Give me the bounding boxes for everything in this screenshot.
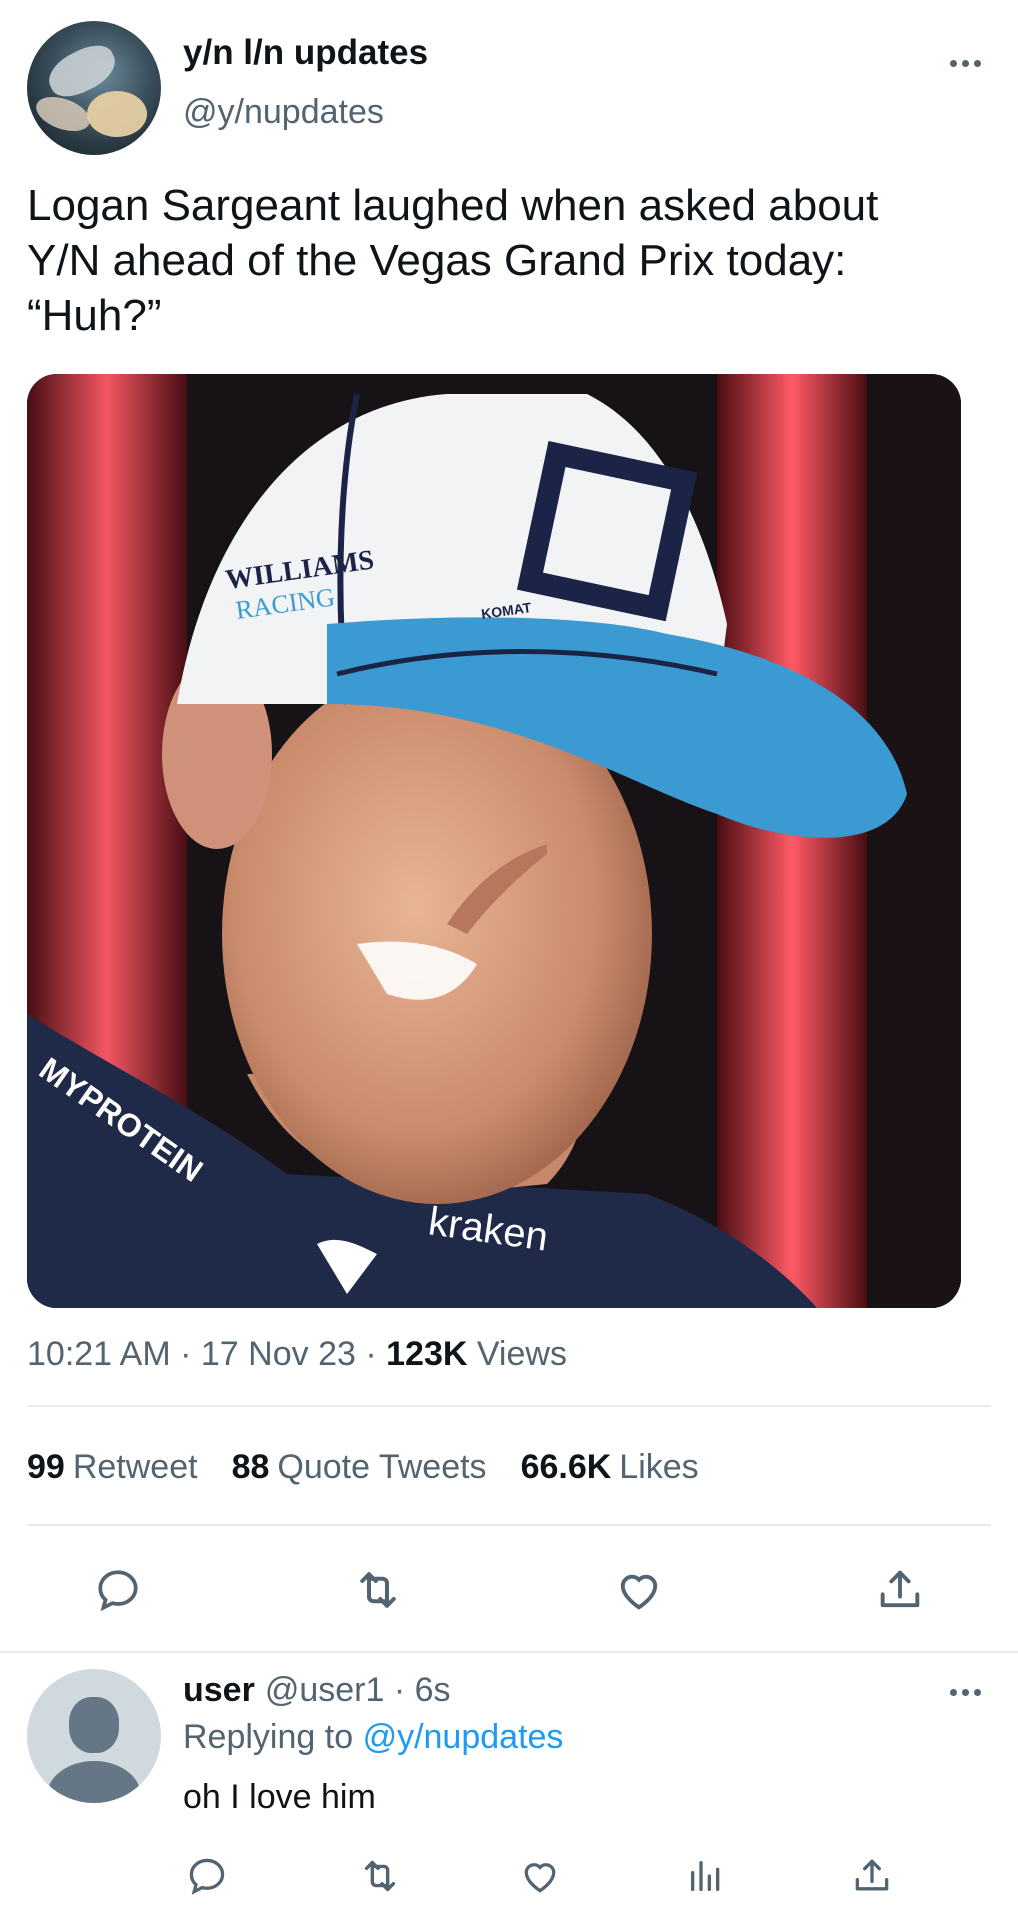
reply-display-name[interactable]: user: [183, 1671, 255, 1709]
author-handle[interactable]: @y/nupdates: [183, 93, 384, 132]
more-icon: [949, 1688, 957, 1696]
like-icon: [524, 1863, 556, 1893]
reply-like-button[interactable]: [510, 1846, 570, 1906]
reply-share-button[interactable]: [842, 1846, 902, 1906]
reply-avatar[interactable]: [27, 1669, 161, 1803]
quote-tweets-stat[interactable]: 88 Quote Tweets: [232, 1448, 487, 1487]
replying-to-link[interactable]: @y/nupdates: [363, 1718, 564, 1756]
like-icon: [620, 1574, 658, 1610]
share-icon: [855, 1859, 889, 1891]
reply-button[interactable]: [88, 1560, 148, 1620]
replying-to: Replying to @y/nupdates: [183, 1718, 564, 1756]
tweet-text: Logan Sargeant laughed when asked about …: [27, 181, 879, 340]
section-separator: [0, 1651, 1018, 1653]
author-display-name[interactable]: y/n l/n updates: [183, 33, 428, 73]
reply-reply-button[interactable]: [177, 1846, 237, 1906]
reply-handle[interactable]: @user1: [265, 1671, 385, 1709]
likes-stat[interactable]: 66.6K Likes: [521, 1448, 699, 1487]
share-button[interactable]: [870, 1560, 930, 1620]
reply-retweet-button[interactable]: [350, 1846, 410, 1906]
tweet-meta: 10:21 AM · 17 Nov 23 · 123K Views: [27, 1335, 567, 1373]
reply-time: 6s: [414, 1671, 451, 1709]
retweet-button[interactable]: [348, 1560, 408, 1620]
reply-icon: [189, 1858, 225, 1895]
reply-text: oh I love him: [183, 1778, 376, 1816]
tweet-date: 17 Nov 23: [200, 1335, 356, 1373]
analytics-icon: [691, 1861, 720, 1891]
reply-analytics-button[interactable]: [676, 1846, 736, 1906]
divider: [27, 1405, 991, 1407]
engagement-stats: 99 Retweet 88 Quote Tweets 66.6K Likes: [27, 1448, 699, 1487]
more-options-button[interactable]: [945, 50, 985, 76]
more-icon: [949, 59, 957, 67]
retweet-icon: [360, 1572, 396, 1608]
retweet-icon: [364, 1860, 396, 1892]
like-button[interactable]: [609, 1560, 669, 1620]
views-count: 123K: [386, 1335, 468, 1373]
reply-actions: [0, 1846, 1018, 1906]
reply-icon: [98, 1570, 138, 1612]
author-avatar[interactable]: [27, 21, 161, 155]
views-label[interactable]: Views: [477, 1335, 567, 1373]
reply-header: user @user1 · 6s: [183, 1671, 451, 1709]
share-icon: [880, 1570, 920, 1608]
tweet-actions: [0, 1560, 1018, 1630]
tweet-detail-page: y/n l/n updates @y/nupdates Logan Sargea…: [0, 0, 1018, 1920]
tweet-photo[interactable]: KOMAT WILLIAMS RACING MYPROTEIN kraken: [27, 374, 961, 1308]
reply-more-options-button[interactable]: [945, 1679, 985, 1705]
divider: [27, 1524, 991, 1526]
tweet-time: 10:21 AM: [27, 1335, 171, 1373]
retweets-stat[interactable]: 99 Retweet: [27, 1448, 198, 1487]
